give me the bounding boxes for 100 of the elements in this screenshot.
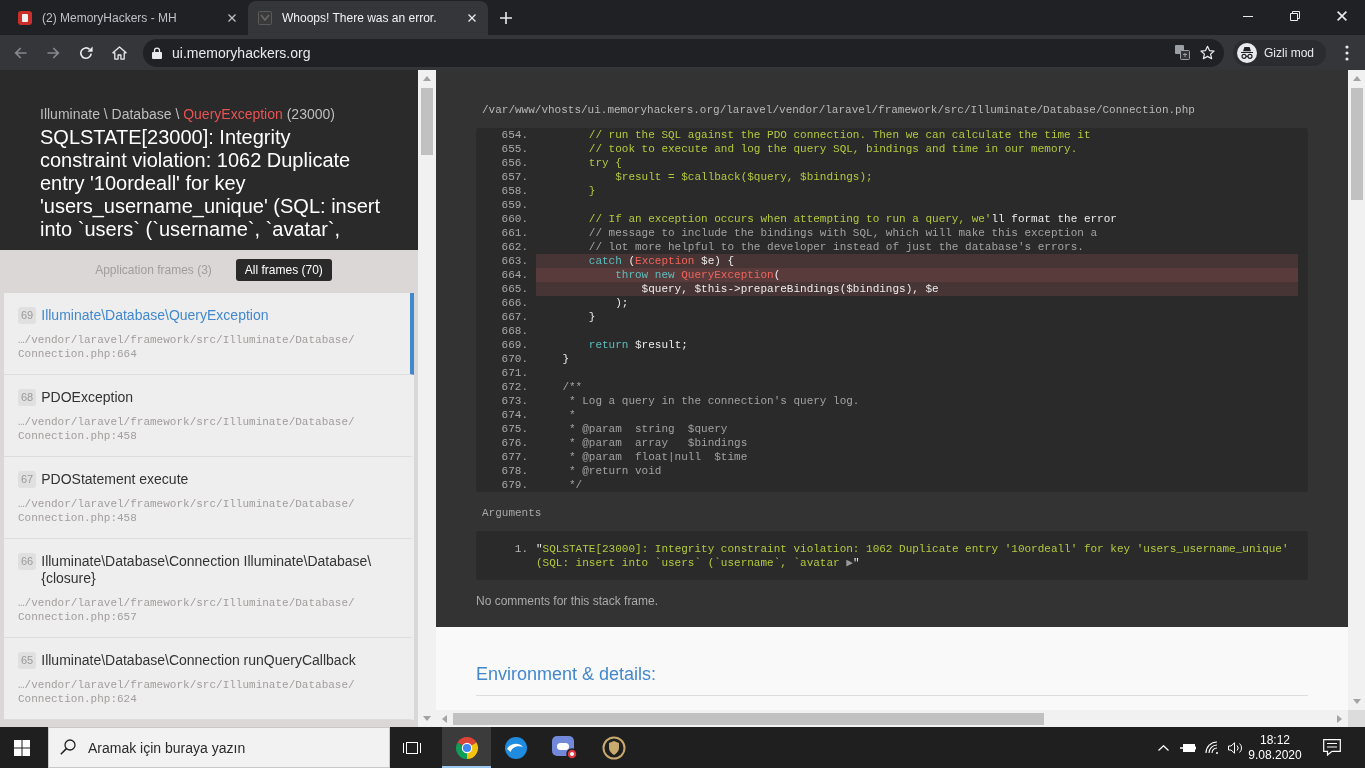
frame-file-path: …/vendor/laravel/framework/src/Illuminate/Database/Connection.php:657: [18, 596, 356, 624]
frame-title: PDOStatement execute: [41, 471, 190, 488]
frame-number: 69: [18, 307, 37, 324]
stack-frame[interactable]: 66 Illuminate\Database\Connection Illuminate\Database\{closure} …/vendor/laravel/framework/src/Illuminate/Database/Connection.php:657: [4, 539, 414, 638]
code-line: }: [587, 184, 596, 198]
frame-number: 68: [18, 389, 37, 406]
frame-file-path: …/vendor/laravel/framework/src/Illuminate/Database/Connection.php:458: [18, 497, 356, 525]
plus-icon[interactable]: [500, 11, 512, 24]
scrollbar-thumb[interactable]: [421, 88, 433, 155]
star-icon[interactable]: [1200, 45, 1215, 60]
speaker-icon[interactable]: [1227, 741, 1243, 754]
argument-number: 1.: [514, 542, 528, 557]
battery-icon[interactable]: [1180, 742, 1196, 753]
reload-icon[interactable]: [79, 45, 93, 60]
line-number: 679.: [501, 478, 528, 492]
error-message: SQLSTATE[23000]: Integrity constraint violation: 1062 Duplicate entry '10ordeall' for key 'users_username_unique' (SQL: insert into `users` (`username`, `avatar`,: [40, 126, 381, 241]
frame-number: 66: [18, 553, 37, 570]
code-line: }: [587, 310, 596, 324]
code-line: * @param float|null $time: [568, 450, 748, 464]
scrollbar-thumb[interactable]: [1350, 88, 1363, 200]
line-number: 665.: [501, 282, 528, 296]
code-line: $result = $callback($query, $bindings);: [614, 170, 873, 184]
browser-tab[interactable]: (2) MemoryHackers - MH: [8, 1, 248, 35]
horizontal-scrollbar[interactable]: [436, 710, 1348, 727]
scrollbar-corner: [1348, 710, 1365, 727]
code-line: );: [614, 296, 629, 310]
line-number: 662.: [501, 240, 528, 254]
site-icon: [18, 11, 32, 25]
section-heading: Environment & details:: [476, 663, 658, 685]
code-line: try {: [587, 156, 622, 170]
clock-date[interactable]: 9.08.2020: [1248, 747, 1302, 763]
line-number: 654.: [501, 128, 528, 142]
speech-bubble-icon[interactable]: [1323, 739, 1341, 756]
line-number: 660.: [501, 212, 528, 226]
code-line: // run the SQL against the PDO connection. Then we can calculate the time it: [587, 128, 1091, 142]
menu-icon[interactable]: [1345, 44, 1349, 61]
lock-icon[interactable]: [152, 46, 162, 59]
taskbar-button[interactable]: [442, 727, 491, 768]
line-number: 678.: [501, 464, 528, 478]
line-number: 668.: [501, 324, 528, 338]
home-icon[interactable]: [111, 45, 127, 60]
minimize-icon[interactable]: [1242, 15, 1253, 17]
frame-number: 65: [18, 652, 37, 669]
code-line: * @return void: [568, 464, 662, 478]
stack-frame[interactable]: 68 PDOException …/vendor/laravel/framework/src/Illuminate/Database/Connection.php:458: [4, 375, 414, 457]
profile-button[interactable]: Gizli mod: [1233, 39, 1326, 66]
stacked-windows-icon[interactable]: [403, 739, 421, 756]
scrollbar-thumb[interactable]: [453, 712, 1044, 725]
line-number: 671.: [501, 366, 528, 380]
code-line: // lot more helpful to the developer instead of just the database's errors.: [587, 240, 1084, 254]
line-number: 676.: [501, 436, 528, 450]
frame-number: 67: [18, 471, 37, 488]
frame-title: Illuminate\Database\QueryException: [41, 307, 270, 324]
line-number: 669.: [501, 338, 528, 352]
up-caret-icon[interactable]: [1157, 744, 1169, 751]
code-line: }: [561, 352, 569, 366]
exception-breadcrumb: Illuminate \ Database \ QueryException (23000): [40, 105, 336, 123]
code-line: // message to include the bindings with SQL, which will make this exception a: [587, 226, 1098, 240]
line-number: 656.: [501, 156, 528, 170]
browser-logo-icon: [454, 735, 479, 760]
line-number: 670.: [501, 352, 528, 366]
line-number: 659.: [501, 198, 528, 212]
address-bar[interactable]: ui.memoryhackers.org: [143, 38, 1224, 67]
frame-title: PDOException: [41, 389, 135, 406]
clock-time[interactable]: 18:12: [1260, 732, 1290, 748]
line-number: 666.: [501, 296, 528, 310]
frame-filter-tab[interactable]: All frames (70): [235, 259, 332, 281]
line-number: 663.: [501, 254, 528, 268]
frame-title: Illuminate\Database\Connection runQueryCallback: [41, 652, 357, 669]
line-number: 673.: [501, 394, 528, 408]
line-number: 677.: [501, 450, 528, 464]
code-line: *: [568, 408, 576, 422]
search-icon: [60, 739, 76, 755]
comments-note: No comments for this stack frame.: [476, 594, 660, 609]
code-line: */: [568, 478, 583, 492]
code-line: // If an exception occurs when attempting to run a query, we'll format the error: [587, 212, 1117, 226]
incognito-icon: [1237, 42, 1257, 63]
browser-tab[interactable]: Whoops! There was an error.: [248, 1, 488, 35]
four-squares-icon[interactable]: [14, 739, 30, 756]
stack-frame[interactable]: 65 Illuminate\Database\Connection runQueryCallback …/vendor/laravel/framework/src/Illuminate/Database/Connection.php:624: [4, 638, 414, 720]
code-line: /**: [561, 380, 583, 394]
restore-icon[interactable]: [1289, 11, 1300, 21]
line-number: 674.: [501, 408, 528, 422]
line-number: 661.: [501, 226, 528, 240]
close-icon[interactable]: [228, 14, 236, 22]
translate-icon[interactable]: [1175, 45, 1190, 60]
vertical-scrollbar[interactable]: [418, 70, 436, 727]
wave-logo-icon: [503, 735, 528, 760]
search-field[interactable]: Aramak için buraya yazın: [48, 727, 390, 768]
line-number: 667.: [501, 310, 528, 324]
vertical-scrollbar[interactable]: [1348, 70, 1365, 710]
line-number: 672.: [501, 380, 528, 394]
frame-file-path: …/vendor/laravel/framework/src/Illuminate/Database/Connection.php:664: [18, 333, 356, 361]
line-number: 655.: [501, 142, 528, 156]
frame-title: Illuminate\Database\Connection Illuminate\Database\{closure}: [41, 553, 373, 587]
code-line: return $result;: [587, 338, 688, 352]
wifi-icon[interactable]: [1205, 741, 1219, 754]
line-number: 657.: [501, 170, 528, 184]
stack-frame[interactable]: 67 PDOStatement execute …/vendor/laravel/framework/src/Illuminate/Database/Connection.php:458: [4, 457, 414, 539]
argument-value: "SQLSTATE[23000]: Integrity constraint violation: 1062 Duplicate entry '10ordeall' for key 'users_username_unique' (SQL: insert into `users` (`username`, `avatar ▶": [536, 542, 1290, 570]
